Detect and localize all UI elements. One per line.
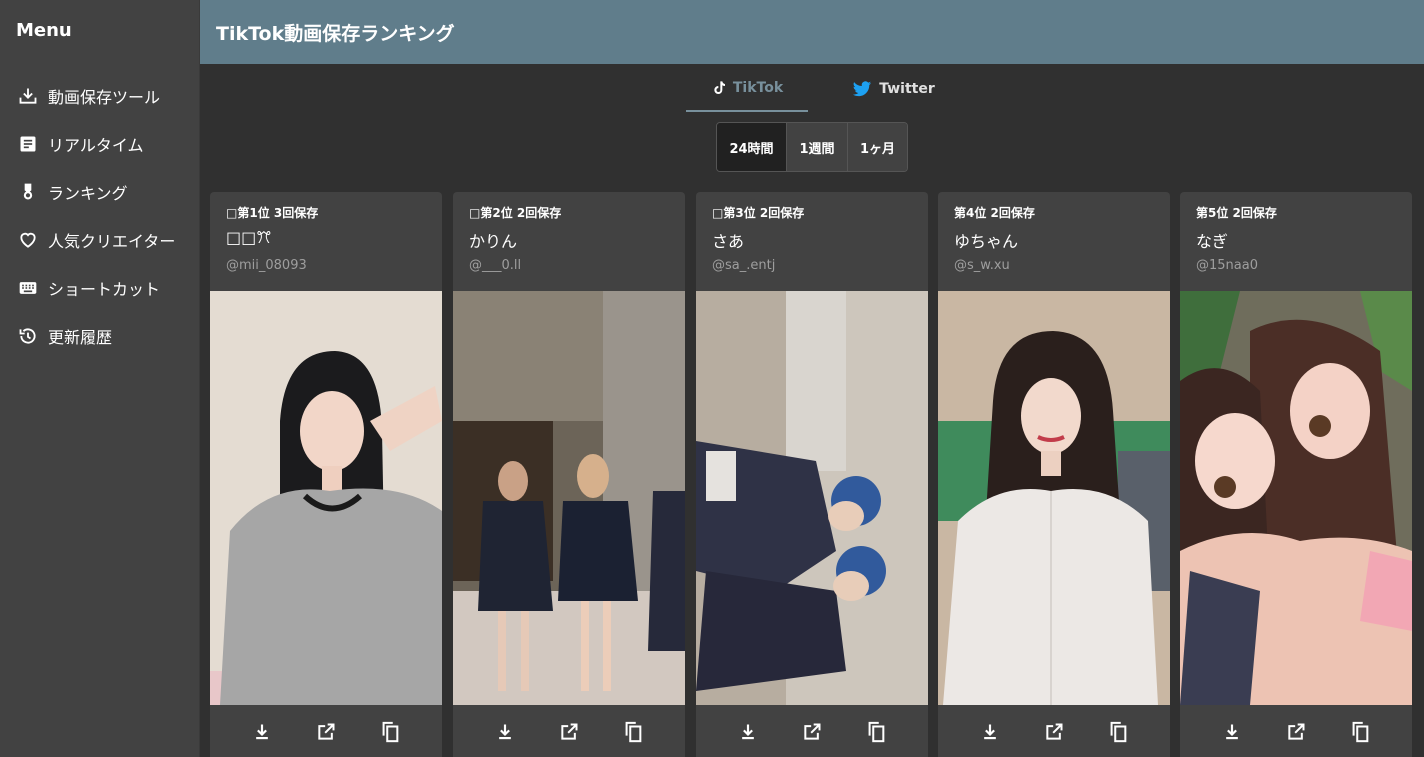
heart-icon [17, 229, 39, 251]
sidebar-item-label: 更新履歴 [48, 328, 113, 347]
download-icon [738, 722, 758, 746]
open-in-new-button[interactable] [1276, 714, 1316, 754]
download-icon [980, 722, 1000, 746]
ranking-card: 第4位 2回保存 ゆちゃん @s_w.xu [938, 192, 1170, 757]
sidebar-item-label: ショートカット [48, 280, 161, 299]
ranking-card: □第2位 2回保存 かりん @___0.ll [453, 192, 685, 757]
card-actions [453, 705, 685, 757]
rank-label: 第5位 2回保存 [1196, 206, 1277, 220]
tiktok-icon [711, 79, 727, 97]
video-thumbnail[interactable] [453, 291, 685, 705]
medal-icon [17, 181, 39, 203]
card-actions [210, 705, 442, 757]
sidebar-item-label: リアルタイム [48, 136, 144, 155]
open-in-new-button[interactable] [549, 714, 589, 754]
creator-name: なぎ [1196, 232, 1229, 251]
sidebar-item-shortcut[interactable]: ショートカット [0, 264, 200, 312]
creator-name: □□ꔫ [226, 228, 272, 247]
platform-tabs: TikTok Twitter [686, 66, 954, 112]
download-icon [495, 722, 515, 746]
sidebar-item-label: 動画保存ツール [48, 88, 161, 107]
download-button[interactable] [970, 714, 1010, 754]
download-button[interactable] [242, 714, 282, 754]
open-in-new-button[interactable] [1034, 714, 1074, 754]
page-title: TikTok動画保存ランキング [216, 23, 455, 45]
sidebar-item-realtime[interactable]: リアルタイム [0, 120, 200, 168]
tab-label: TikTok [732, 80, 784, 96]
ranking-card: 第5位 2回保存 なぎ @15naa0 [1180, 192, 1412, 757]
ranking-card: □第1位 3回保存 □□ꔫ @mii_08093 [210, 192, 442, 757]
keyboard-icon [17, 277, 39, 299]
video-thumbnail[interactable] [938, 291, 1170, 705]
tab-label: Twitter [879, 81, 935, 97]
sidebar-item-label: ランキング [48, 184, 128, 203]
copy-button[interactable] [1098, 714, 1138, 754]
menu-title: Menu [16, 20, 72, 41]
copy-button[interactable] [613, 714, 653, 754]
creator-handle: @s_w.xu [954, 258, 1010, 273]
download-tray-icon [17, 85, 39, 107]
period-toggle: 24時間 1週間 1ヶ月 [716, 122, 908, 172]
open-in-new-icon [1286, 722, 1306, 746]
sidebar-item-label: 人気クリエイター [48, 232, 176, 251]
tab-tiktok[interactable]: TikTok [686, 66, 808, 112]
copy-icon [1349, 721, 1371, 747]
card-actions [696, 705, 928, 757]
card-actions [1180, 705, 1412, 757]
rank-label: □第3位 2回保存 [712, 206, 805, 220]
sidebar-nav: 動画保存ツール リアルタイム ランキング 人気クリエイター ショートカット 更新… [0, 72, 200, 360]
creator-handle: @mii_08093 [226, 258, 307, 273]
copy-button[interactable] [1340, 714, 1380, 754]
card-actions [938, 705, 1170, 757]
creator-handle: @___0.ll [469, 258, 522, 273]
video-thumbnail[interactable] [210, 291, 442, 705]
copy-icon [1107, 721, 1129, 747]
tab-twitter[interactable]: Twitter [832, 66, 954, 112]
video-thumbnail[interactable] [696, 291, 928, 705]
open-in-new-icon [1044, 722, 1064, 746]
creator-name: さあ [712, 232, 745, 251]
download-icon [1222, 722, 1242, 746]
creator-name: かりん [469, 232, 518, 251]
open-in-new-icon [316, 722, 336, 746]
period-1month-button[interactable]: 1ヶ月 [847, 123, 907, 171]
video-thumbnail[interactable] [1180, 291, 1412, 705]
copy-icon [622, 721, 644, 747]
rank-label: □第1位 3回保存 [226, 206, 319, 220]
period-24h-button[interactable]: 24時間 [717, 123, 786, 171]
download-button[interactable] [485, 714, 525, 754]
sidebar-item-history[interactable]: 更新履歴 [0, 312, 200, 360]
rank-label: □第2位 2回保存 [469, 206, 562, 220]
history-icon [17, 325, 39, 347]
twitter-bird-icon [851, 79, 873, 99]
open-in-new-button[interactable] [792, 714, 832, 754]
open-in-new-icon [559, 722, 579, 746]
sidebar-item-video-save-tool[interactable]: 動画保存ツール [0, 72, 200, 120]
download-button[interactable] [728, 714, 768, 754]
copy-icon [379, 721, 401, 747]
download-button[interactable] [1212, 714, 1252, 754]
creator-handle: @sa_.entj [712, 258, 776, 273]
sidebar-item-ranking[interactable]: ランキング [0, 168, 200, 216]
app-bar: TikTok動画保存ランキング [200, 0, 1424, 64]
copy-button[interactable] [856, 714, 896, 754]
rank-label: 第4位 2回保存 [954, 206, 1035, 220]
ranking-card: □第3位 2回保存 さあ @sa_.entj [696, 192, 928, 757]
open-in-new-icon [802, 722, 822, 746]
copy-button[interactable] [370, 714, 410, 754]
sidebar: Menu 動画保存ツール リアルタイム ランキング 人気クリエイター ショートカ… [0, 0, 200, 757]
period-1week-button[interactable]: 1週間 [786, 123, 847, 171]
copy-icon [865, 721, 887, 747]
open-in-new-button[interactable] [306, 714, 346, 754]
creator-name: ゆちゃん [954, 232, 1019, 251]
creator-handle: @15naa0 [1196, 258, 1258, 273]
article-icon [17, 133, 39, 155]
sidebar-item-popular-creators[interactable]: 人気クリエイター [0, 216, 200, 264]
download-icon [252, 722, 272, 746]
